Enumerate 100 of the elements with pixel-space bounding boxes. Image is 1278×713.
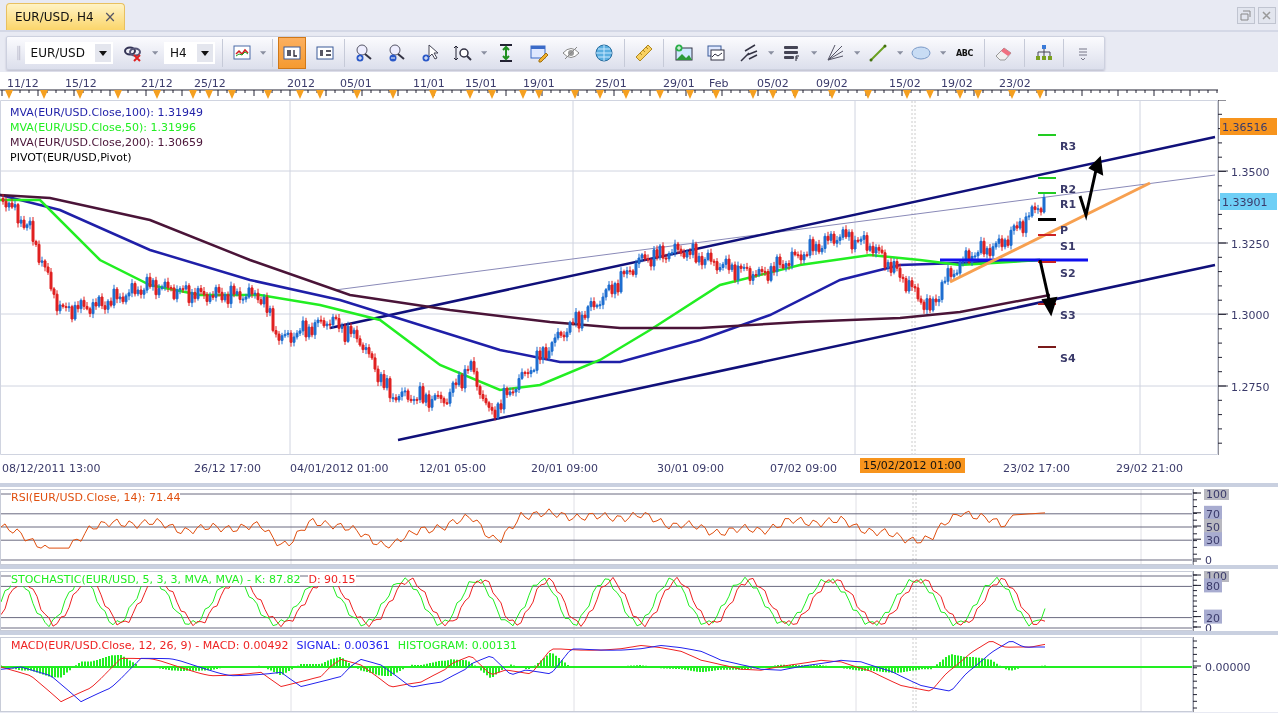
- down-arrow: [1038, 259, 1058, 317]
- date-label: 15/12: [65, 77, 97, 90]
- pivot-label: S3: [1060, 309, 1076, 322]
- menu-caret-icon[interactable]: [896, 51, 903, 55]
- close-window-button[interactable]: [1258, 7, 1276, 24]
- date-label: 23/02: [999, 77, 1031, 90]
- menu-caret-icon[interactable]: [481, 51, 488, 55]
- legend-entry: MVA(EUR/USD.Close,50): 1.31996: [10, 120, 197, 135]
- pivot-label: S2: [1060, 267, 1076, 280]
- image-icon: [673, 43, 694, 63]
- menu-caret-icon[interactable]: [810, 51, 817, 55]
- text-tool-label: ABC: [956, 48, 973, 58]
- pitchfork-icon: [739, 43, 760, 63]
- indicator-readout: RSI(EUR/USD.Close, 14): 71.44: [11, 491, 181, 504]
- date-label: 05/02: [757, 77, 789, 90]
- time-label: 23/02 17:00: [1003, 462, 1070, 475]
- legend-entry: MVA(EUR/USD.Close,200): 1.30659: [10, 135, 203, 150]
- level-label: 0: [1205, 554, 1212, 565]
- time-label: 12/01 05:00: [419, 462, 486, 475]
- level-label: 0.00000: [1205, 661, 1251, 674]
- date-label: 11/01: [413, 77, 445, 90]
- line-chart-icon: [231, 43, 252, 63]
- date-label: 19/02: [941, 77, 973, 90]
- date-label: 29/01: [663, 77, 695, 90]
- legend-entry: PIVOT(EUR/USD,Pivot): [10, 150, 133, 165]
- line-icon: [868, 43, 889, 63]
- date-label: 11/12: [7, 77, 39, 90]
- chart-tab[interactable]: EUR/USD, H4 ×: [6, 3, 126, 30]
- pivot-label: R1: [1060, 198, 1077, 211]
- date-label: 21/12: [141, 77, 173, 90]
- globe-icon: [594, 43, 615, 63]
- pivot-label: R3: [1060, 140, 1077, 153]
- price-label: 1.3500: [1231, 166, 1270, 179]
- panel-icon: [281, 43, 302, 63]
- menu-caret-icon[interactable]: [767, 51, 774, 55]
- pointer-icon: [420, 43, 440, 63]
- date-label: 19/01: [523, 77, 555, 90]
- pivot-label: P: [1060, 224, 1069, 237]
- windows-icon: [706, 43, 727, 63]
- indicator-readout: D: 90.15: [308, 573, 356, 586]
- fan-lines-icon: [825, 43, 846, 63]
- scale-axis: [1193, 571, 1202, 631]
- magnifier-icon: [452, 43, 473, 63]
- date-label: 15/01: [465, 77, 497, 90]
- level-badge: 70: [1204, 505, 1222, 521]
- menu-caret-icon[interactable]: [853, 51, 860, 55]
- price-label: 1.2750: [1231, 381, 1270, 394]
- text-tool-button[interactable]: ABC: [950, 37, 979, 69]
- grip-icon[interactable]: [17, 45, 21, 61]
- ruler-icon: [633, 43, 654, 63]
- date-label: 09/02: [816, 77, 848, 90]
- price-badge: 1.36516: [1220, 118, 1277, 135]
- pivot-label: S4: [1060, 352, 1076, 365]
- menu-caret-icon[interactable]: [151, 51, 158, 55]
- up-arrow: [1078, 155, 1104, 221]
- tab-title: EUR/USD, H4: [15, 10, 94, 24]
- ellipse-icon: [911, 43, 932, 63]
- price-badge: 1.33901: [1220, 193, 1277, 210]
- time-label: 30/01 09:00: [657, 462, 724, 475]
- date-label: 25/01: [595, 77, 627, 90]
- indicator-readout: HISTOGRAM: 0.00131: [397, 639, 518, 652]
- edit-window-icon: [528, 43, 549, 63]
- date-label: 15/02: [889, 77, 921, 90]
- cursor-time-label: 15/02/2012 01:00: [860, 458, 965, 473]
- menu-caret-icon[interactable]: [260, 51, 267, 55]
- date-label: 05/01: [340, 77, 372, 90]
- time-label: 20/01 09:00: [531, 462, 598, 475]
- caret-icon: [94, 44, 111, 62]
- level-badge: 80: [1204, 578, 1222, 594]
- time-label: 08/12/2011 13:00: [2, 462, 101, 475]
- restore-icon: [1238, 8, 1254, 23]
- menu-caret-icon[interactable]: [939, 51, 947, 55]
- close-button[interactable]: ×: [103, 9, 117, 25]
- indicator-readout: MACD(EUR/USD.Close, 12, 26, 9) - MACD: 0.00492: [11, 639, 289, 652]
- indicator-readout: STOCHASTIC(EUR/USD, 5, 3, 3, MVA, MVA) - K: 87.82: [11, 573, 301, 586]
- time-label: 04/01/2012 01:00: [290, 462, 389, 475]
- pivot-label: R2: [1060, 183, 1077, 196]
- hierarchy-icon: [1033, 43, 1054, 63]
- caret-icon: [196, 44, 213, 62]
- time-label: 26/12 17:00: [194, 462, 261, 475]
- dropdown-field[interactable]: H4: [164, 42, 215, 64]
- dropdown-value: H4: [170, 46, 187, 60]
- price-label: 1.3250: [1231, 238, 1270, 251]
- date-label: Feb: [709, 77, 729, 90]
- time-label: 07/02 09:00: [770, 462, 837, 475]
- time-label: 29/02 21:00: [1116, 462, 1183, 475]
- level-badge: 50: [1204, 519, 1222, 534]
- level-badge: 30: [1204, 532, 1222, 548]
- date-label: 2012: [287, 77, 315, 90]
- dropdown-value: EUR/USD: [30, 46, 85, 60]
- date-label: 25/12: [194, 77, 226, 90]
- indicator-readout: SIGNAL: 0.00361: [296, 639, 390, 652]
- pivot-label: S1: [1060, 240, 1076, 253]
- price-label: 1.3000: [1231, 309, 1270, 322]
- level-badge: 20: [1204, 609, 1222, 625]
- legend-entry: MVA(EUR/USD.Close,100): 1.31949: [10, 105, 203, 120]
- level-badge: 100: [1204, 489, 1229, 501]
- table-icon: [314, 43, 335, 63]
- dropdown-field[interactable]: EUR/USD: [24, 42, 113, 64]
- bars-tool-button[interactable]: [277, 37, 307, 69]
